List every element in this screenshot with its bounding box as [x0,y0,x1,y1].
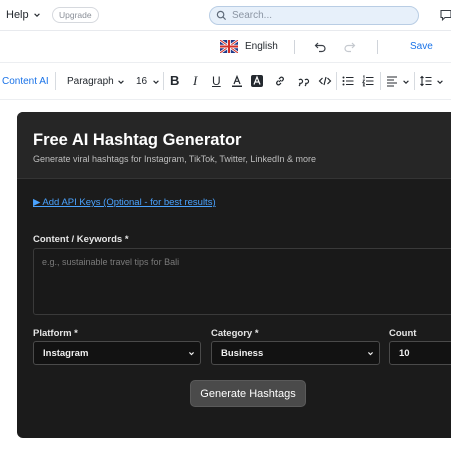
content-ai-button[interactable]: Content AI [2,76,49,87]
uk-flag-icon[interactable] [220,40,238,53]
content-label: Content / Keywords * [33,234,129,245]
divider [377,40,378,54]
italic-icon[interactable]: I [193,74,197,88]
text-color-icon[interactable] [231,75,243,87]
chevron-down-icon [33,13,40,17]
language-selector[interactable]: English [245,41,278,52]
hashtag-generator-card: Free AI Hashtag Generator Generate viral… [17,112,451,438]
chevron-down-icon [437,80,443,84]
count-label: Count [389,328,417,339]
undo-icon[interactable] [314,41,327,53]
divider [163,72,164,90]
font-size-select[interactable]: 16 [136,76,147,87]
save-button[interactable]: Save [410,41,433,52]
divider [380,72,381,90]
divider [336,72,337,90]
category-value: Business [221,347,264,359]
chevron-down-icon [403,80,409,84]
category-select[interactable]: Business [211,341,380,365]
card-title: Free AI Hashtag Generator [33,131,242,149]
divider [294,40,295,54]
redo-icon[interactable] [343,41,356,53]
chevron-down-icon [368,352,373,356]
help-menu[interactable]: Help [6,9,41,21]
upgrade-button[interactable]: Upgrade [52,7,99,23]
search-input[interactable] [232,10,402,21]
count-value: 10 [399,347,410,359]
divider [55,72,56,90]
align-left-icon[interactable] [386,75,398,87]
link-icon[interactable] [274,75,286,87]
platform-select[interactable]: Instagram [33,341,201,365]
numbered-list-icon[interactable] [362,75,374,87]
card-header: Free AI Hashtag Generator Generate viral… [17,112,451,179]
search-icon [216,10,227,21]
chevron-down-icon [118,80,124,84]
search-box[interactable] [209,6,419,25]
bold-icon[interactable]: B [170,74,179,88]
platform-label: Platform * [33,328,78,339]
chevron-down-icon [189,352,194,356]
platform-value: Instagram [43,347,89,359]
chat-icon[interactable] [440,9,451,21]
divider [414,72,415,90]
highlight-color-icon[interactable] [251,75,263,87]
paragraph-style-select[interactable]: Paragraph [67,76,114,87]
code-icon[interactable] [318,75,332,87]
category-label: Category * [211,328,259,339]
card-subtitle: Generate viral hashtags for Instagram, T… [33,154,316,164]
content-keywords-input[interactable] [33,248,451,315]
add-api-keys-link[interactable]: ▶ Add API Keys (Optional - for best resu… [33,197,216,208]
quote-icon[interactable] [297,75,311,87]
line-height-icon[interactable] [420,75,432,87]
count-input[interactable]: 10 [389,341,451,365]
chevron-down-icon [153,80,159,84]
help-label: Help [6,9,29,21]
underline-icon[interactable]: U [212,74,221,88]
bullet-list-icon[interactable] [342,75,354,87]
generate-hashtags-button[interactable]: Generate Hashtags [190,380,306,407]
